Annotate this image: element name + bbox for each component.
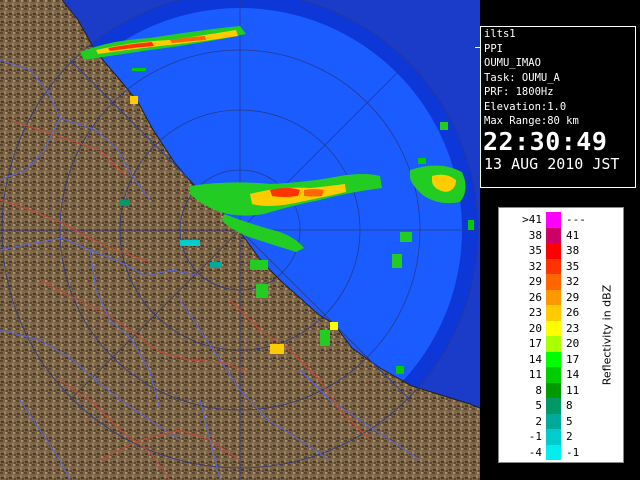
legend-row: 26 29 [514, 289, 584, 305]
legend-upper-bound: 26 [566, 306, 580, 319]
product-name: OUMU_IMAO [484, 57, 541, 69]
legend-lower-bound: 29 [528, 275, 542, 288]
legend-lower-bound: 8 [535, 383, 542, 397]
legend-lower-bound: 38 [528, 228, 542, 242]
legend-upper-bound: 17 [566, 352, 580, 366]
legend-upper-bound: 8 [566, 399, 573, 412]
legend-swatch [546, 398, 561, 414]
legend-row: -4 -1 [514, 444, 584, 460]
legend-swatch [546, 444, 561, 460]
legend-upper-bound: 29 [566, 290, 580, 304]
station-id: ilts1 [484, 28, 516, 40]
legend-upper-bound: 38 [566, 244, 580, 257]
legend-upper-bound: 35 [566, 259, 580, 273]
legend-upper-bound: -1 [566, 445, 580, 459]
legend-row: 11 14 [514, 367, 584, 383]
reflectivity-legend: >41 --- 38 41 35 38 32 35 29 32 26 29 23 26 20 23 17 20 14… [514, 212, 586, 460]
legend-lower-bound: >41 [522, 213, 542, 226]
legend-lower-bound: 23 [528, 306, 542, 319]
legend-row: 8 11 [514, 382, 584, 398]
legend-lower-bound: 11 [528, 368, 542, 381]
legend-row: 25 [514, 413, 584, 429]
legend-row: >41 --- [514, 212, 586, 228]
legend-swatch [546, 258, 561, 274]
legend-row: -1 2 [514, 429, 584, 445]
legend-row: 32 35 [514, 258, 584, 274]
radar-ppi-map[interactable] [0, 0, 480, 480]
legend-upper-bound: 32 [566, 275, 580, 288]
legend-swatch [546, 243, 561, 259]
scan-type: PPI [484, 42, 503, 55]
legend-swatch [546, 336, 561, 352]
legend-row: 38 41 [514, 227, 584, 243]
scan-info-panel: ilts1 PPI OUMU_IMAO Task: OUMU_A PRF: 18… [475, 26, 636, 188]
legend-swatch [546, 227, 561, 243]
legend-upper-bound: 11 [566, 383, 580, 397]
legend-swatch [546, 351, 561, 367]
legend-row: 35 38 [514, 243, 584, 259]
legend-upper-bound: 23 [566, 321, 580, 335]
legend-lower-bound: 5 [535, 399, 542, 412]
legend-upper-bound: 5 [566, 414, 573, 428]
legend-lower-bound: 17 [528, 337, 542, 350]
legend-lower-bound: 14 [528, 352, 542, 366]
legend-swatch [546, 367, 561, 383]
prf-label: PRF: 1800Hz [484, 86, 554, 98]
legend-unit-label: Reflectivity in dBZ [600, 284, 614, 386]
legend-lower-bound: -1 [528, 430, 542, 443]
scan-time: 22:30:49 [483, 126, 608, 156]
legend-row: 17 20 [514, 336, 584, 352]
legend-row: 14 17 [514, 351, 584, 367]
legend-swatch [546, 274, 561, 290]
legend-upper-bound: --- [566, 213, 586, 226]
legend-lower-bound: 26 [528, 290, 542, 304]
legend-row: 20 23 [514, 320, 584, 336]
legend-swatch [546, 413, 561, 429]
legend-row: 58 [514, 398, 584, 414]
legend-swatch [546, 382, 561, 398]
panel-tick [475, 47, 480, 48]
legend-swatch [546, 320, 561, 336]
legend-upper-bound: 14 [566, 368, 580, 381]
legend-lower-bound: 20 [528, 321, 542, 335]
scan-date: 13 AUG 2010 JST [484, 154, 620, 173]
legend-upper-bound: 41 [566, 228, 580, 242]
legend-upper-bound: 20 [566, 337, 580, 350]
legend-lower-bound: 32 [528, 259, 542, 273]
legend-upper-bound: 2 [566, 430, 573, 443]
legend-lower-bound: 35 [528, 244, 542, 257]
legend-swatch [546, 289, 561, 305]
elevation-label: Elevation:1.0 [484, 100, 567, 113]
legend-swatch [546, 212, 561, 228]
legend-swatch [546, 305, 561, 321]
legend-lower-bound: -4 [528, 445, 542, 459]
legend-row: 23 26 [514, 305, 584, 321]
legend-swatch [546, 429, 561, 445]
task-label: Task: OUMU_A [484, 71, 560, 84]
legend-lower-bound: 2 [535, 414, 542, 428]
legend-row: 29 32 [514, 274, 584, 290]
